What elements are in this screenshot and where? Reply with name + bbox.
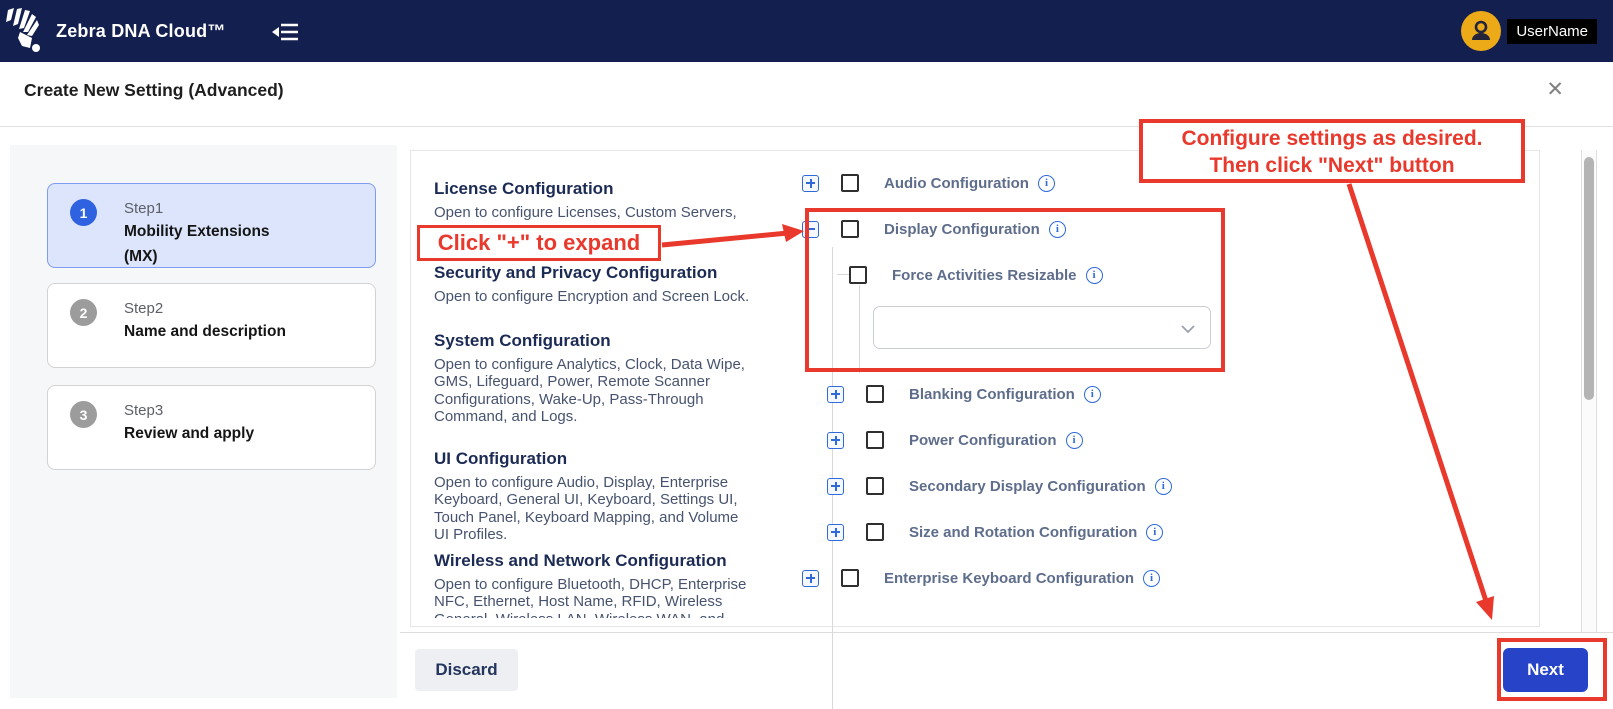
footer-divider	[400, 632, 1613, 633]
blanking-configuration-checkbox[interactable]	[866, 385, 884, 403]
step-label: Step1	[124, 199, 270, 219]
annotation-line2: Then click "Next" button	[1143, 152, 1521, 179]
tree-item-label[interactable]: Secondary Display Configuration	[909, 478, 1146, 495]
step-number-badge: 2	[70, 299, 97, 326]
tree-guide-line	[859, 285, 860, 373]
expand-plus-icon[interactable]	[827, 432, 844, 449]
expand-plus-icon[interactable]	[802, 570, 819, 587]
annotation-line1: Configure settings as desired.	[1143, 125, 1521, 152]
step-name-line2: (MX)	[124, 244, 270, 269]
step-card-2[interactable]: 2 Step2 Name and description	[47, 283, 376, 368]
annotation-expand-note: Click "+" to expand	[417, 225, 661, 261]
step-number-badge: 1	[70, 199, 97, 226]
close-icon[interactable]: ✕	[1546, 79, 1564, 101]
enterprise-keyboard-configuration-checkbox[interactable]	[841, 569, 859, 587]
step-card-1[interactable]: 1 Step1 Mobility Extensions (MX)	[47, 183, 376, 268]
discard-button[interactable]: Discard	[415, 649, 518, 691]
tree-guide-line	[837, 274, 849, 275]
collapse-sidebar-icon[interactable]	[272, 21, 300, 43]
user-avatar[interactable]	[1461, 11, 1501, 51]
info-icon[interactable]: i	[1038, 175, 1055, 192]
info-icon[interactable]: i	[1155, 478, 1172, 495]
info-icon[interactable]: i	[1084, 386, 1101, 403]
step-number-badge: 3	[70, 401, 97, 428]
vertical-scrollbar-thumb[interactable]	[1584, 157, 1594, 400]
tree-row-display: Display Configuration i	[802, 217, 1066, 241]
config-tree: Audio Configuration i Display Configurat…	[411, 151, 1541, 628]
next-button[interactable]: Next	[1503, 648, 1588, 692]
info-icon[interactable]: i	[1066, 432, 1083, 449]
step-name: Mobility Extensions	[124, 219, 270, 244]
secondary-display-configuration-checkbox[interactable]	[866, 477, 884, 495]
tree-item-label[interactable]: Size and Rotation Configuration	[909, 524, 1137, 541]
step-label: Step3	[124, 401, 254, 421]
tree-row-audio: Audio Configuration i	[802, 171, 1055, 195]
step-card-3[interactable]: 3 Step3 Review and apply	[47, 385, 376, 470]
mx-config-panel: License Configuration Open to configure …	[410, 150, 1540, 627]
tree-item-label[interactable]: Blanking Configuration	[909, 386, 1075, 403]
expand-plus-icon[interactable]	[827, 524, 844, 541]
info-icon[interactable]: i	[1143, 570, 1160, 587]
tree-item-label[interactable]: Enterprise Keyboard Configuration	[884, 570, 1134, 587]
tree-row-force-activities: Force Activities Resizable i	[849, 263, 1103, 287]
info-icon[interactable]: i	[1049, 221, 1066, 238]
collapse-minus-icon[interactable]	[802, 221, 819, 238]
size-and-rotation-configuration-checkbox[interactable]	[866, 523, 884, 541]
display-configuration-checkbox[interactable]	[841, 220, 859, 238]
expand-plus-icon[interactable]	[827, 478, 844, 495]
zebra-logo	[6, 8, 48, 59]
app-title: Zebra DNA Cloud™	[56, 0, 226, 62]
info-icon[interactable]: i	[1146, 524, 1163, 541]
tree-row-blanking: Blanking Configuration i	[827, 382, 1101, 406]
info-icon[interactable]: i	[1086, 267, 1103, 284]
username-label[interactable]: UserName	[1507, 19, 1597, 44]
tree-item-label[interactable]: Audio Configuration	[884, 175, 1029, 192]
expand-plus-icon[interactable]	[827, 386, 844, 403]
tree-row-size-rotation: Size and Rotation Configuration i	[827, 520, 1163, 544]
tree-row-secondary-display: Secondary Display Configuration i	[827, 474, 1172, 498]
tree-row-enterprise-keyboard: Enterprise Keyboard Configuration i	[802, 566, 1160, 590]
top-app-bar: Zebra DNA Cloud™ UserName	[0, 0, 1613, 62]
force-activities-resizable-checkbox[interactable]	[849, 266, 867, 284]
tree-item-label[interactable]: Force Activities Resizable	[892, 267, 1077, 284]
tree-item-label[interactable]: Power Configuration	[909, 432, 1057, 449]
page-title: Create New Setting (Advanced)	[24, 80, 284, 101]
expand-plus-icon[interactable]	[802, 175, 819, 192]
step-label: Step2	[124, 299, 286, 319]
force-activities-resizable-select[interactable]	[873, 306, 1211, 349]
tree-item-label[interactable]: Display Configuration	[884, 221, 1040, 238]
audio-configuration-checkbox[interactable]	[841, 174, 859, 192]
annotation-configure-note: Configure settings as desired. Then clic…	[1139, 119, 1525, 183]
step-name: Review and apply	[124, 421, 254, 446]
step-name: Name and description	[124, 319, 286, 344]
steps-sidebar: 1 Step1 Mobility Extensions (MX) 2 Step2…	[10, 145, 397, 698]
tree-row-power: Power Configuration i	[827, 428, 1083, 452]
power-configuration-checkbox[interactable]	[866, 431, 884, 449]
